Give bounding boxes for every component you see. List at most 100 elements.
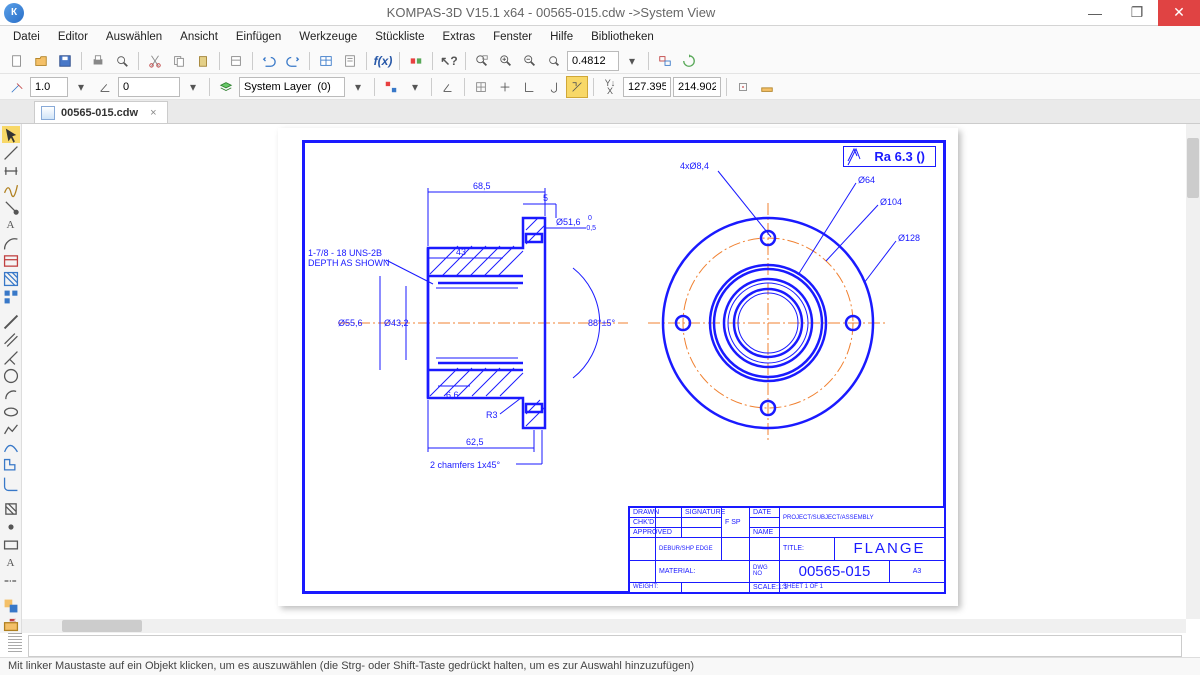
group-tool[interactable] [2, 597, 20, 614]
origin-button[interactable] [732, 76, 754, 98]
table-button[interactable] [315, 50, 337, 72]
svg-text:1-7/8 - 18 UNS-2B: 1-7/8 - 18 UNS-2B [308, 248, 382, 258]
ellipse-tool[interactable] [2, 403, 20, 420]
svg-text:62,5: 62,5 [466, 437, 484, 447]
toolbar-2: ▾ ▾ ▾ ▾ Y↓X [0, 74, 1200, 100]
axis-tool[interactable] [2, 572, 20, 589]
fx-button[interactable]: f(x) [372, 50, 394, 72]
zoom-window-button[interactable] [471, 50, 493, 72]
angle-lock-button[interactable] [437, 76, 459, 98]
snap-ortho-button[interactable] [494, 76, 516, 98]
canvas-area[interactable]: Ra 6.3 () [22, 124, 1200, 633]
spline-tool[interactable] [2, 180, 20, 197]
arc-tool[interactable] [2, 234, 20, 251]
circle-tool[interactable] [2, 367, 20, 384]
coord-y-input[interactable] [673, 77, 721, 97]
save-button[interactable] [54, 50, 76, 72]
table-tool[interactable] [2, 252, 20, 269]
menu-extras[interactable]: Extras [433, 28, 484, 46]
menu-hilfe[interactable]: Hilfe [541, 28, 582, 46]
coord-label: Y↓X [599, 76, 621, 98]
step-dropdown[interactable]: ▾ [70, 76, 92, 98]
tab-close-icon[interactable]: × [150, 107, 156, 119]
angle-input[interactable] [118, 77, 180, 97]
refresh-button[interactable] [654, 50, 676, 72]
snap-j-button[interactable] [542, 76, 564, 98]
close-button[interactable]: ✕ [1158, 0, 1200, 26]
menu-auswahlen[interactable]: Auswählen [97, 28, 171, 46]
menu-einfugen[interactable]: Einfügen [227, 28, 290, 46]
text-tool-2[interactable]: A [2, 554, 20, 571]
views-tool[interactable] [2, 288, 20, 305]
hatch-tool[interactable] [2, 270, 20, 287]
layer-dropdown[interactable]: ▾ [347, 76, 369, 98]
fill-tool[interactable] [2, 500, 20, 517]
menu-fenster[interactable]: Fenster [484, 28, 541, 46]
measure-button[interactable] [756, 76, 778, 98]
coord-x-input[interactable] [623, 77, 671, 97]
step-icon[interactable] [6, 76, 28, 98]
redo-button[interactable] [282, 50, 304, 72]
zoom-out-button[interactable] [519, 50, 541, 72]
point-tool[interactable] [2, 198, 20, 215]
pattern-tool[interactable] [2, 457, 20, 474]
arc-tool-2[interactable] [2, 385, 20, 402]
maximize-button[interactable]: ❐ [1116, 0, 1158, 26]
help-button[interactable]: ↖? [438, 50, 460, 72]
zoom-dropdown[interactable]: ▾ [621, 50, 643, 72]
angle-dropdown[interactable]: ▾ [182, 76, 204, 98]
copy-button[interactable] [168, 50, 190, 72]
variables-button[interactable] [405, 50, 427, 72]
cut-button[interactable] [144, 50, 166, 72]
rebuild-button[interactable] [678, 50, 700, 72]
zoom-in-button[interactable] [495, 50, 517, 72]
dot-tool[interactable] [2, 518, 20, 535]
menu-editor[interactable]: Editor [49, 28, 97, 46]
dropdown-3[interactable]: ▾ [404, 76, 426, 98]
bom-button[interactable] [339, 50, 361, 72]
preview-button[interactable] [111, 50, 133, 72]
menu-ansicht[interactable]: Ansicht [171, 28, 227, 46]
text-tool[interactable]: A [2, 216, 20, 233]
angle-icon[interactable] [94, 76, 116, 98]
command-input[interactable] [28, 635, 1182, 657]
document-tab[interactable]: 00565-015.cdw × [34, 101, 168, 123]
scrollbar-horizontal[interactable] [22, 619, 1186, 633]
menu-werkzeuge[interactable]: Werkzeuge [290, 28, 366, 46]
snap-l-button[interactable] [518, 76, 540, 98]
left-toolbar: A A [0, 124, 22, 633]
menu-bibliotheken[interactable]: Bibliotheken [582, 28, 663, 46]
scrollbar-vertical[interactable] [1186, 124, 1200, 619]
fillet-tool[interactable] [2, 475, 20, 492]
perpendicular-tool[interactable] [2, 349, 20, 366]
rect-tool[interactable] [2, 536, 20, 553]
menu-datei[interactable]: Datei [4, 28, 49, 46]
properties-button[interactable] [225, 50, 247, 72]
line-tool[interactable] [2, 144, 20, 161]
print-button[interactable] [87, 50, 109, 72]
segment-tool[interactable] [2, 313, 20, 330]
select-tool[interactable] [2, 126, 20, 143]
zoom-fit-button[interactable] [543, 50, 565, 72]
layer-select[interactable] [239, 77, 345, 97]
new-button[interactable] [6, 50, 28, 72]
tabbar: 00565-015.cdw × [0, 100, 1200, 124]
minimize-button[interactable]: — [1074, 0, 1116, 26]
undo-button[interactable] [258, 50, 280, 72]
library-tool[interactable] [2, 615, 20, 632]
grid-button[interactable] [470, 76, 492, 98]
svg-text:Ø51,6: Ø51,6 [556, 217, 581, 227]
command-panel-handle[interactable] [8, 633, 22, 653]
step-input[interactable] [30, 77, 68, 97]
dim-tool[interactable] [2, 162, 20, 179]
zoom-value-input[interactable] [567, 51, 619, 71]
bezier-tool[interactable] [2, 439, 20, 456]
snap-active-button[interactable] [566, 76, 588, 98]
layers-icon[interactable] [215, 76, 237, 98]
color-button[interactable] [380, 76, 402, 98]
menu-stuckliste[interactable]: Stückliste [366, 28, 433, 46]
polyline-tool[interactable] [2, 421, 20, 438]
paste-button[interactable] [192, 50, 214, 72]
open-button[interactable] [30, 50, 52, 72]
parallel-tool[interactable] [2, 331, 20, 348]
